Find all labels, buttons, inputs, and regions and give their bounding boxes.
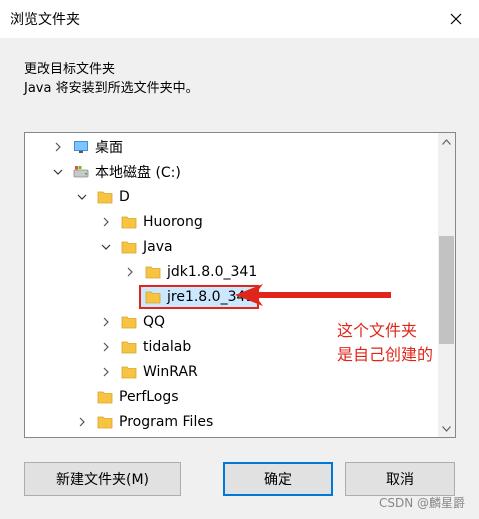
vertical-scrollbar[interactable]	[438, 133, 455, 437]
tree-item[interactable]: 本地磁盘 (C:)	[51, 160, 181, 184]
folder-icon	[97, 190, 113, 204]
tree-item-label: QQ	[143, 314, 166, 330]
tree-item[interactable]: Huorong	[99, 210, 203, 234]
watermark: CSDN @麟星爵	[378, 496, 465, 510]
new-folder-button[interactable]: 新建文件夹(M)	[24, 462, 181, 496]
tree-item-label: tidalab	[143, 339, 192, 355]
chevron-down-icon[interactable]	[75, 190, 89, 204]
tree-item-label: 本地磁盘 (C:)	[95, 165, 181, 181]
annotation-arrow-icon	[235, 284, 391, 306]
folder-icon	[97, 390, 113, 404]
tree-item-label: jdk1.8.0_341	[167, 264, 258, 280]
chevron-right-icon[interactable]	[51, 140, 65, 154]
cancel-button[interactable]: 取消	[345, 462, 455, 496]
tree-item-label: Program Files	[119, 414, 214, 430]
tree-item-label: D	[119, 189, 130, 205]
chevron-down-icon[interactable]	[51, 165, 65, 179]
folder-icon	[121, 365, 137, 379]
tree-item[interactable]: Java	[99, 235, 173, 259]
folder-icon	[145, 290, 161, 304]
drive-icon	[73, 165, 89, 179]
chevron-right-icon[interactable]	[75, 415, 89, 429]
folder-icon	[97, 415, 113, 429]
tree-item[interactable]: D	[75, 185, 130, 209]
scroll-up-button[interactable]	[438, 133, 455, 150]
chevron-right-icon[interactable]	[99, 365, 113, 379]
annotation-line-2: 是自己创建的	[337, 345, 434, 364]
expander-placeholder	[75, 390, 89, 404]
folder-icon	[121, 215, 137, 229]
chevron-right-icon[interactable]	[99, 315, 113, 329]
chevron-right-icon[interactable]	[99, 215, 113, 229]
tree-item[interactable]: WinRAR	[99, 360, 198, 384]
tree-item[interactable]: QQ	[99, 310, 165, 334]
annotation-note: 这个文件夹 是自己创建的	[337, 319, 433, 367]
folder-icon	[145, 265, 161, 279]
tree-item-label: WinRAR	[143, 364, 198, 380]
tree-item[interactable]: jdk1.8.0_341	[123, 260, 257, 284]
browse-folder-dialog: 浏览文件夹 更改目标文件夹 Java 将安装到所选文件夹中。 桌面本地磁盘 (C…	[0, 0, 479, 519]
chevron-down-icon	[442, 425, 451, 432]
scroll-thumb[interactable]	[439, 236, 454, 344]
close-button[interactable]	[433, 0, 479, 38]
expander-placeholder	[123, 290, 137, 304]
tree-item[interactable]: PerfLogs	[75, 385, 179, 409]
tree-item[interactable]: 桌面	[51, 135, 123, 159]
ok-button[interactable]: 确定	[223, 462, 333, 496]
tree-item-label: Huorong	[143, 214, 203, 230]
description-title: 更改目标文件夹	[24, 62, 116, 77]
folder-icon	[121, 340, 137, 354]
window-title: 浏览文件夹	[10, 12, 80, 28]
tree-item-label: Java	[143, 239, 173, 255]
chevron-down-icon[interactable]	[99, 240, 113, 254]
description-text: Java 将安装到所选文件夹中。	[24, 81, 199, 96]
tree-item[interactable]: Program Files	[75, 410, 213, 434]
folder-icon	[121, 315, 137, 329]
chevron-right-icon[interactable]	[123, 265, 137, 279]
tree-item-label: PerfLogs	[119, 389, 179, 405]
annotation-line-1: 这个文件夹	[337, 321, 418, 340]
chevron-up-icon	[442, 138, 451, 145]
tree-item-label: 桌面	[95, 140, 123, 156]
desktop-folder-icon	[73, 140, 89, 154]
chevron-right-icon[interactable]	[99, 340, 113, 354]
close-icon	[450, 13, 462, 25]
folder-icon	[121, 240, 137, 254]
scroll-down-button[interactable]	[438, 420, 455, 437]
title-bar: 浏览文件夹	[0, 0, 479, 38]
tree-item[interactable]: tidalab	[99, 335, 191, 359]
